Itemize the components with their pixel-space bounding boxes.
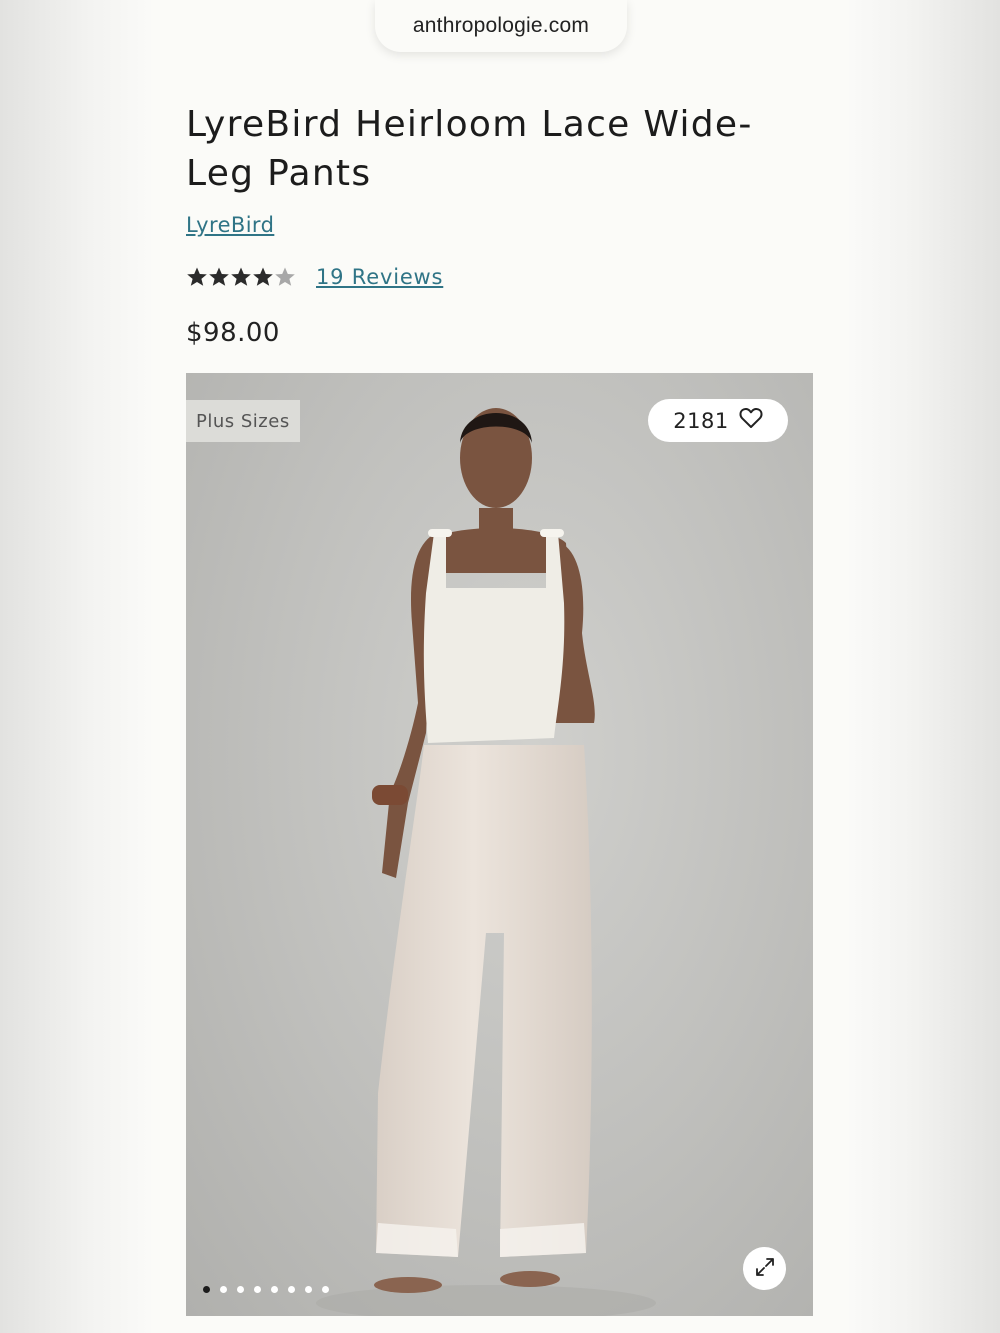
expand-image-button[interactable] [743, 1247, 786, 1290]
rating-row: 19 Reviews [186, 262, 443, 292]
pagination-dot[interactable] [254, 1286, 261, 1293]
pagination-dot[interactable] [305, 1286, 312, 1293]
plus-sizes-badge: Plus Sizes [186, 400, 300, 442]
pagination-dot[interactable] [271, 1286, 278, 1293]
star-icon [186, 266, 208, 288]
star-rating [186, 266, 296, 288]
product-price: $98.00 [186, 318, 280, 348]
model-photo [316, 408, 656, 1316]
pagination-dot[interactable] [203, 1286, 210, 1293]
expand-icon [754, 1256, 776, 1282]
url-bar[interactable]: anthropologie.com [375, 0, 627, 52]
image-pagination[interactable] [203, 1286, 329, 1293]
heart-icon [739, 407, 763, 434]
star-icon [274, 266, 296, 288]
pagination-dot[interactable] [322, 1286, 329, 1293]
product-image[interactable]: Plus Sizes 2181 [186, 373, 813, 1316]
pagination-dot[interactable] [288, 1286, 295, 1293]
reviews-link[interactable]: 19 Reviews [316, 265, 443, 289]
pagination-dot[interactable] [237, 1286, 244, 1293]
pagination-dot[interactable] [220, 1286, 227, 1293]
like-count: 2181 [673, 408, 729, 433]
product-title: LyreBird Heirloom Lace Wide-Leg Pants [186, 104, 753, 194]
favorite-button[interactable]: 2181 [648, 399, 788, 442]
brand-link[interactable]: LyreBird [186, 213, 274, 237]
star-icon [208, 266, 230, 288]
star-icon [252, 266, 274, 288]
plus-sizes-label: Plus Sizes [196, 410, 290, 432]
star-icon [230, 266, 252, 288]
url-text: anthropologie.com [412, 14, 590, 37]
